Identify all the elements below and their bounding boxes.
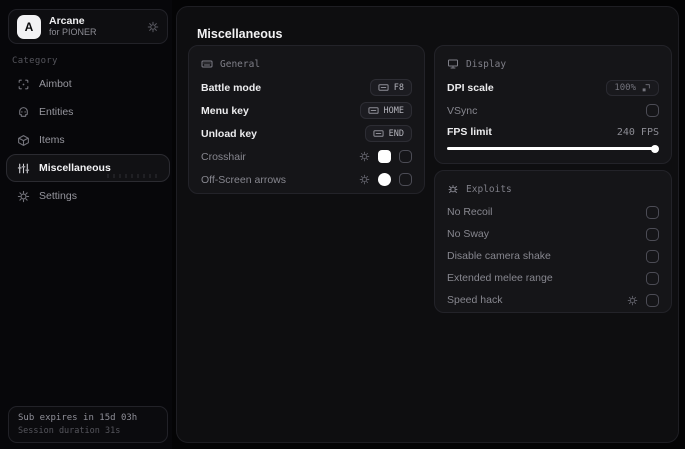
setting-label: Unload key	[201, 127, 258, 140]
sidebar-item-settings[interactable]: Settings	[6, 182, 170, 210]
page-title: Miscellaneous	[197, 27, 283, 41]
subscription-info-card: Sub expires in 15d 03h Session duration …	[8, 406, 168, 443]
setting-label: Extended melee range	[447, 272, 553, 284]
sub-expires-text: Sub expires in 15d 03h	[18, 413, 138, 423]
color-swatch[interactable]	[378, 173, 391, 186]
gear-icon	[17, 190, 30, 203]
setting-label: Speed hack	[447, 294, 503, 306]
sidebar: A Arcane for PIONER Category Aimbot Enti…	[0, 0, 172, 449]
keyboard-icon	[373, 128, 384, 139]
entities-skull-icon	[17, 106, 30, 119]
category-label: Category	[12, 56, 58, 66]
setting-row-no-sway: No Sway	[447, 223, 659, 245]
keybind-button[interactable]: HOME	[359, 102, 412, 119]
keyboard-icon	[201, 58, 213, 70]
display-card: Display DPI scale 100% VSync FPS limit 2…	[434, 45, 672, 164]
setting-label: Crosshair	[201, 150, 246, 163]
sidebar-item-aimbot[interactable]: Aimbot	[6, 70, 170, 98]
setting-label: DPI scale	[447, 81, 494, 94]
checkbox[interactable]	[646, 104, 659, 117]
gear-icon[interactable]	[627, 295, 638, 306]
app-header-card: A Arcane for PIONER	[8, 9, 168, 44]
setting-label: No Sway	[447, 228, 490, 240]
aimbot-scan-icon	[17, 78, 30, 91]
sidebar-item-label: Settings	[39, 190, 77, 202]
dpi-scale-select[interactable]: 100%	[606, 79, 659, 96]
setting-label: Menu key	[201, 104, 249, 117]
display-card-title-text: Display	[466, 58, 507, 70]
setting-row-extended-melee-range: Extended melee range	[447, 267, 659, 289]
keybind-value: END	[388, 128, 404, 139]
fps-limit-value: 240 FPS	[616, 126, 659, 138]
items-cube-icon	[17, 134, 30, 147]
keyboard-icon	[367, 105, 379, 116]
keybind-value: F8	[393, 82, 404, 93]
setting-row-menu-key: Menu key HOME	[201, 99, 412, 122]
gear-icon[interactable]	[359, 151, 370, 162]
setting-row-dpi-scale: DPI scale 100%	[447, 76, 659, 99]
setting-label: FPS limit	[447, 126, 492, 138]
app-tagline: for PIONER	[49, 27, 97, 38]
setting-label: VSync	[447, 104, 478, 117]
setting-row-crosshair: Crosshair	[201, 145, 412, 168]
monitor-icon	[447, 58, 459, 70]
sidebar-item-items[interactable]: Items	[6, 126, 170, 154]
general-card: General Battle mode F8 Menu key HOME Unl…	[188, 45, 425, 194]
setting-label: No Recoil	[447, 206, 493, 218]
setting-row-unload-key: Unload key END	[201, 122, 412, 145]
slider-fill	[447, 147, 657, 150]
display-card-title: Display	[447, 55, 659, 73]
setting-row-no-recoil: No Recoil	[447, 201, 659, 223]
setting-row-battle-mode: Battle mode F8	[201, 76, 412, 99]
keybind-value: HOME	[383, 105, 404, 116]
color-swatch[interactable]	[378, 150, 391, 163]
checkbox[interactable]	[646, 271, 659, 285]
sidebar-nav: Aimbot Entities Items Miscellaneous Sett…	[6, 70, 170, 210]
checkbox[interactable]	[646, 293, 659, 307]
exploits-card-title-text: Exploits	[466, 183, 512, 195]
checkbox[interactable]	[399, 150, 412, 163]
general-card-title: General	[201, 55, 412, 73]
sidebar-item-label: Aimbot	[39, 78, 72, 90]
main-panel: Miscellaneous General Battle mode F8 Men…	[176, 6, 679, 443]
selected-item-ticks	[107, 174, 159, 178]
sidebar-item-label: Items	[39, 134, 65, 146]
app-logo: A	[17, 14, 41, 39]
keybind-button[interactable]: END	[364, 125, 412, 142]
keyboard-icon	[378, 82, 389, 93]
setting-row-fps-limit: FPS limit 240 FPS	[447, 122, 659, 142]
checkbox[interactable]	[646, 249, 659, 263]
checkbox[interactable]	[646, 227, 659, 241]
gear-icon[interactable]	[147, 21, 159, 33]
sidebar-item-entities[interactable]: Entities	[6, 98, 170, 126]
sidebar-item-label: Entities	[39, 106, 74, 118]
fps-slider[interactable]	[447, 144, 659, 153]
sidebar-item-miscellaneous[interactable]: Miscellaneous	[6, 154, 170, 182]
bug-icon	[447, 183, 459, 195]
setting-label: Off-Screen arrows	[201, 173, 286, 186]
setting-row-speed-hack: Speed hack	[447, 289, 659, 311]
exploits-card-title: Exploits	[447, 180, 659, 198]
sidebar-item-label: Miscellaneous	[39, 162, 111, 174]
sliders-icon	[17, 162, 30, 175]
keybind-button[interactable]: F8	[369, 79, 412, 96]
scale-icon	[641, 83, 651, 93]
gear-icon[interactable]	[359, 174, 370, 185]
app-meta: Arcane for PIONER	[49, 15, 139, 37]
checkbox[interactable]	[399, 173, 412, 186]
setting-row-vsync: VSync	[447, 99, 659, 122]
slider-knob[interactable]	[651, 144, 659, 153]
general-card-title-text: General	[220, 58, 261, 70]
setting-label: Disable camera shake	[447, 250, 551, 262]
checkbox[interactable]	[646, 205, 659, 219]
exploits-card: Exploits No Recoil No Sway Disable camer…	[434, 170, 672, 313]
app-name: Arcane	[49, 15, 85, 28]
session-duration-text: Session duration 31s	[18, 426, 121, 437]
setting-row-disable-camera-shake: Disable camera shake	[447, 245, 659, 267]
dpi-scale-value: 100%	[614, 82, 636, 93]
setting-label: Battle mode	[201, 81, 262, 94]
setting-row-offscreen-arrows: Off-Screen arrows	[201, 168, 412, 191]
